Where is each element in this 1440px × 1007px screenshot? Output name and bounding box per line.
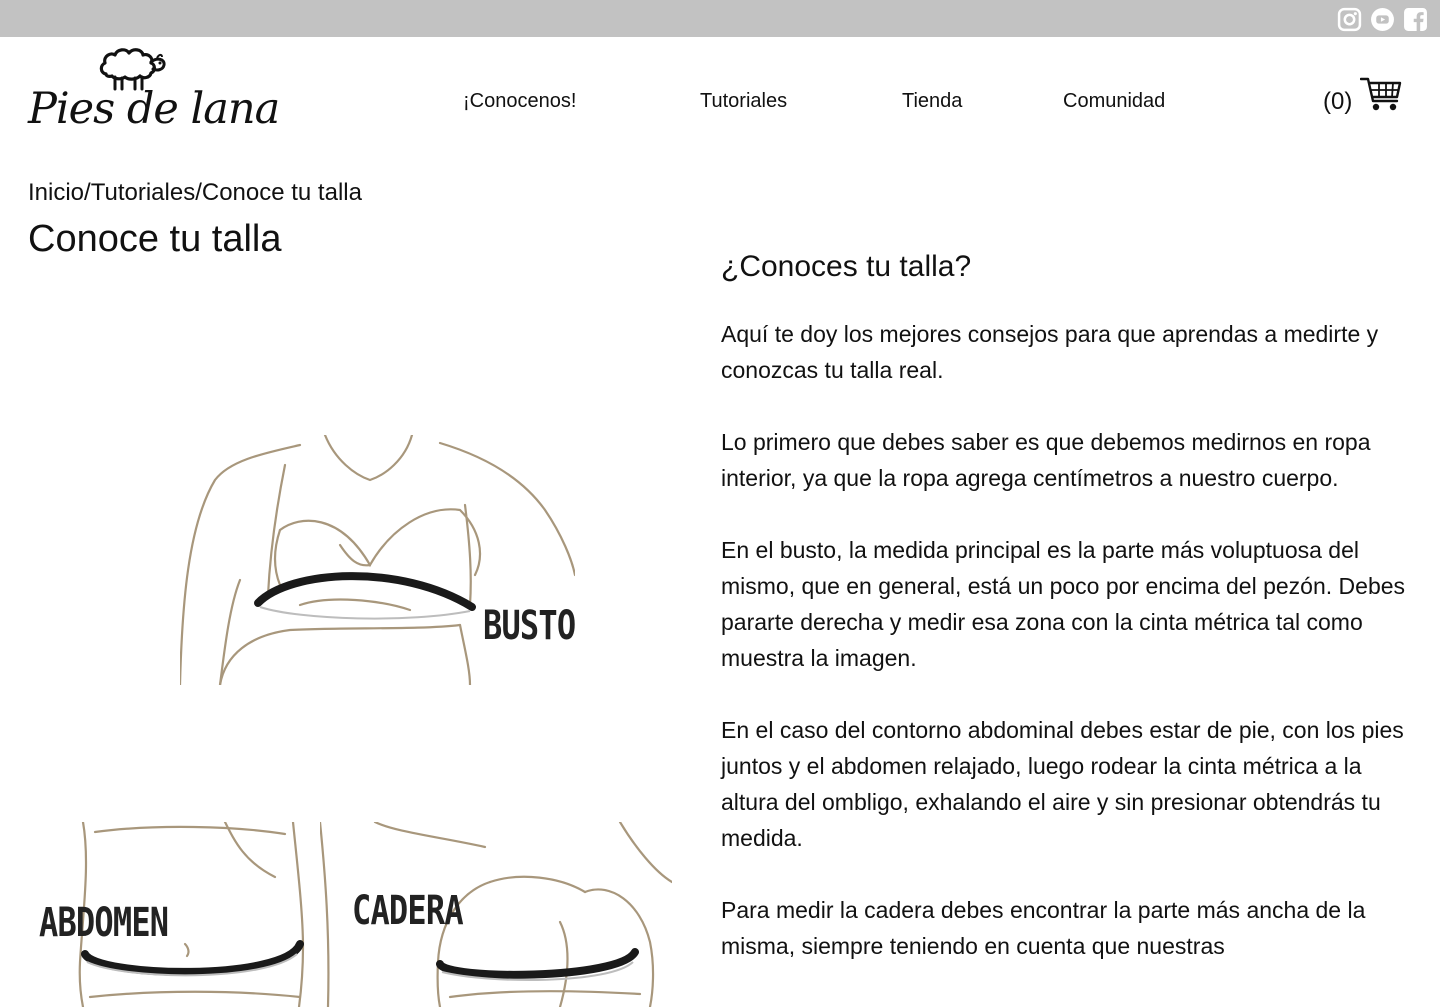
nav-comunidad[interactable]: Comunidad	[1063, 90, 1165, 113]
top-bar	[0, 0, 1440, 37]
article-paragraph: En el caso del contorno abdominal debes …	[721, 717, 1404, 851]
breadcrumb: Inicio/Tutoriales/Conoce tu talla	[28, 179, 362, 207]
abdomen-illustration: ABDOMEN	[35, 822, 320, 1007]
logo-wordmark: Pies de lana	[28, 84, 280, 134]
nav-tienda[interactable]: Tienda	[902, 90, 962, 113]
site-logo[interactable]: Pies de lana	[28, 44, 280, 144]
instagram-icon[interactable]	[1337, 7, 1362, 32]
breadcrumb-separator: /	[195, 179, 202, 206]
breadcrumb-separator: /	[84, 179, 91, 206]
cadera-label: CADERA	[352, 888, 464, 934]
cadera-illustration: CADERA	[320, 822, 672, 1007]
article-paragraph: Para medir la cadera debes encontrar la …	[721, 897, 1366, 959]
busto-label: BUSTO	[483, 603, 576, 649]
abdomen-label: ABDOMEN	[39, 900, 169, 946]
page-title: Conoce tu talla	[28, 218, 282, 260]
article-paragraph: Aquí te doy los mejores consejos para qu…	[721, 321, 1379, 383]
nav-conocenos[interactable]: ¡Conocenos!	[463, 90, 576, 113]
cart-icon[interactable]	[1360, 76, 1402, 114]
busto-illustration: BUSTO	[180, 435, 576, 685]
nav-tutoriales[interactable]: Tutoriales	[700, 90, 787, 113]
social-links	[1337, 7, 1428, 32]
breadcrumb-current: Conoce tu talla	[201, 179, 362, 206]
cart-count[interactable]: (0)	[1323, 88, 1352, 116]
breadcrumb-inicio[interactable]: Inicio	[28, 179, 84, 206]
article-paragraph: Lo primero que debes saber es que debemo…	[721, 429, 1371, 491]
article: ¿Conoces tu talla? Aquí te doy los mejor…	[721, 250, 1411, 1000]
youtube-icon[interactable]	[1370, 7, 1395, 32]
facebook-icon[interactable]	[1403, 7, 1428, 32]
article-heading: ¿Conoces tu talla?	[721, 250, 972, 283]
article-paragraph: En el busto, la medida principal es la p…	[721, 537, 1406, 671]
breadcrumb-tutoriales[interactable]: Tutoriales	[91, 179, 195, 206]
